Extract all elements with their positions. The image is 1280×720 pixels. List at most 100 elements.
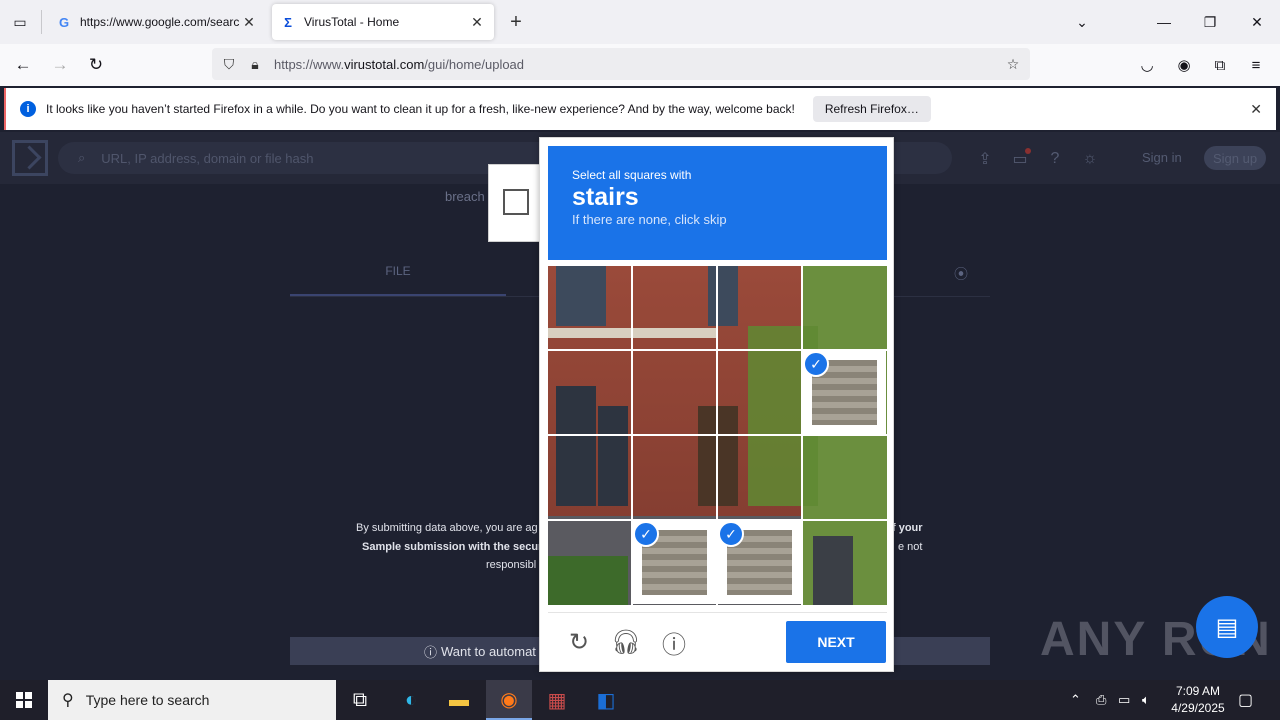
theme-icon[interactable]: ☼: [1079, 148, 1101, 170]
forward-icon[interactable]: →: [47, 52, 73, 78]
tab-separator: [41, 10, 42, 34]
captcha-tile[interactable]: [718, 266, 801, 349]
taskbar: ⚲ Type here to search ⧉ ◐ ▬ ◉ ▦ ◧ ⌃ ⎙ ▭ …: [0, 680, 1280, 720]
shield-icon[interactable]: ⛉: [216, 51, 242, 77]
captcha-tile[interactable]: [718, 351, 801, 434]
close-icon[interactable]: ✕: [240, 13, 258, 31]
tab-title: VirusTotal - Home: [304, 15, 400, 29]
taskbar-search[interactable]: ⚲ Type here to search: [48, 680, 336, 720]
tab-bar: ▭ G https://www.google.com/search ✕ Σ Vi…: [0, 0, 1280, 44]
reload-icon[interactable]: ↻: [83, 52, 109, 78]
start-button[interactable]: [0, 680, 48, 720]
outlook-icon[interactable]: ◧: [583, 680, 629, 720]
sign-in-link[interactable]: Sign in: [1142, 150, 1182, 165]
tab-title: https://www.google.com/search: [80, 15, 240, 29]
account-icon[interactable]: ◉: [1171, 52, 1197, 78]
captcha-footer: ↻ 🎧︎ ⓘ NEXT: [548, 612, 887, 666]
restore-icon[interactable]: ❐: [1196, 8, 1224, 36]
grid-line: [801, 266, 803, 605]
minimize-icon[interactable]: —: [1150, 8, 1178, 36]
search-tab-icon[interactable]: ⦿: [954, 264, 968, 284]
search-icon: ⚲: [62, 692, 74, 709]
automate-text: Want to automat: [441, 643, 536, 659]
captcha-tile[interactable]: [633, 351, 716, 434]
captcha-tile[interactable]: [548, 266, 631, 349]
captcha-tile[interactable]: [633, 436, 716, 519]
captcha-tile[interactable]: ✓: [718, 521, 801, 604]
captcha-target: stairs: [572, 183, 639, 211]
breach-text: breach: [445, 189, 485, 204]
captcha-tile[interactable]: ✓: [633, 521, 716, 604]
file-explorer-icon[interactable]: ▬: [436, 680, 482, 720]
winrar-icon[interactable]: ▦: [534, 680, 580, 720]
notification-message: It looks like you haven’t started Firefo…: [46, 102, 795, 116]
notifications-center-icon[interactable]: ▢: [1238, 680, 1253, 720]
task-view-icon[interactable]: ⧉: [337, 680, 383, 720]
device-icon[interactable]: ⎙: [1096, 680, 1106, 720]
captcha-tile[interactable]: [633, 266, 716, 349]
checkmark-icon: ✓: [633, 521, 659, 547]
pocket-icon[interactable]: ◡: [1134, 52, 1160, 78]
chat-icon[interactable]: ▤: [1196, 596, 1258, 658]
info-circle-icon: ⓘ: [424, 644, 438, 660]
captcha-tile[interactable]: [548, 436, 631, 519]
captcha-tile[interactable]: [548, 521, 631, 604]
url-bar[interactable]: ⛉ 🔒︎ https://www.virustotal.com/gui/home…: [212, 48, 1030, 80]
captcha-tile[interactable]: [803, 266, 886, 349]
terms-text-2: Sample submission with the secur: [362, 541, 543, 553]
network-icon[interactable]: ▭: [1118, 680, 1130, 720]
captcha-tile[interactable]: [548, 351, 631, 434]
grid-line: [548, 434, 887, 436]
lock-icon[interactable]: 🔒︎: [242, 51, 268, 77]
grid-line: [548, 519, 887, 521]
captcha-tile[interactable]: [718, 436, 801, 519]
new-tab-icon[interactable]: +: [504, 10, 528, 34]
upload-icon[interactable]: ⇪: [974, 148, 996, 170]
info-icon: i: [20, 101, 36, 117]
close-window-icon[interactable]: ✕: [1243, 8, 1271, 36]
search-placeholder: URL, IP address, domain or file hash: [101, 150, 314, 166]
clock-time: 7:09 AM: [1175, 684, 1221, 698]
clock[interactable]: 7:09 AM 4/29/2025: [1160, 683, 1236, 717]
chevron-down-icon[interactable]: ⌄: [1068, 8, 1096, 36]
notifications-icon[interactable]: ▭: [1009, 148, 1031, 170]
captcha-instruction: Select all squares with: [572, 168, 692, 182]
search-icon: ⌕: [78, 150, 86, 165]
tab-virustotal[interactable]: Σ VirusTotal - Home ✕: [272, 4, 494, 40]
refresh-icon[interactable]: ↻: [564, 627, 594, 657]
captcha-tile[interactable]: [803, 436, 886, 519]
captcha-tile[interactable]: [803, 521, 886, 604]
firefox-icon[interactable]: ◉: [486, 680, 532, 720]
checkmark-icon: ✓: [803, 351, 829, 377]
next-button[interactable]: NEXT: [786, 621, 886, 663]
tray-chevron-icon[interactable]: ⌃: [1070, 680, 1081, 720]
captcha-checkbox-frame: [488, 164, 540, 242]
url-text[interactable]: https://www.virustotal.com/gui/home/uplo…: [274, 57, 1000, 72]
virustotal-logo[interactable]: [12, 140, 48, 176]
star-icon[interactable]: ☆: [1000, 51, 1026, 77]
terms-text-right-2: e not: [898, 541, 923, 553]
terms-text-right-1: f your: [892, 522, 923, 534]
info-icon[interactable]: ⓘ: [659, 627, 689, 659]
google-icon: G: [58, 14, 70, 30]
captcha-tile[interactable]: ✓: [803, 351, 886, 434]
sign-up-button[interactable]: Sign up: [1204, 146, 1266, 170]
extensions-icon[interactable]: ⧉: [1207, 52, 1233, 78]
refresh-notification: i It looks like you haven’t started Fire…: [4, 88, 1276, 130]
menu-icon[interactable]: ≡: [1243, 52, 1269, 78]
windows-icon: [16, 692, 32, 708]
tab-google[interactable]: G https://www.google.com/search ✕: [48, 4, 266, 40]
volume-icon[interactable]: 🔈︎: [1142, 680, 1150, 720]
close-icon[interactable]: ✕: [468, 13, 486, 31]
tab-list-icon[interactable]: ▭: [8, 10, 32, 34]
back-icon[interactable]: ←: [10, 52, 36, 78]
refresh-firefox-button[interactable]: Refresh Firefox…: [812, 96, 931, 122]
terms-text-1: By submitting data above, you are ag: [356, 522, 538, 534]
help-icon[interactable]: ?: [1044, 148, 1066, 170]
headphones-icon[interactable]: 🎧︎: [611, 627, 641, 657]
captcha-hint: If there are none, click skip: [572, 212, 727, 227]
tab-file[interactable]: FILE: [290, 264, 506, 278]
edge-icon[interactable]: ◐: [388, 680, 434, 720]
close-icon[interactable]: ✕: [1250, 101, 1262, 118]
captcha-checkbox[interactable]: [503, 189, 529, 215]
